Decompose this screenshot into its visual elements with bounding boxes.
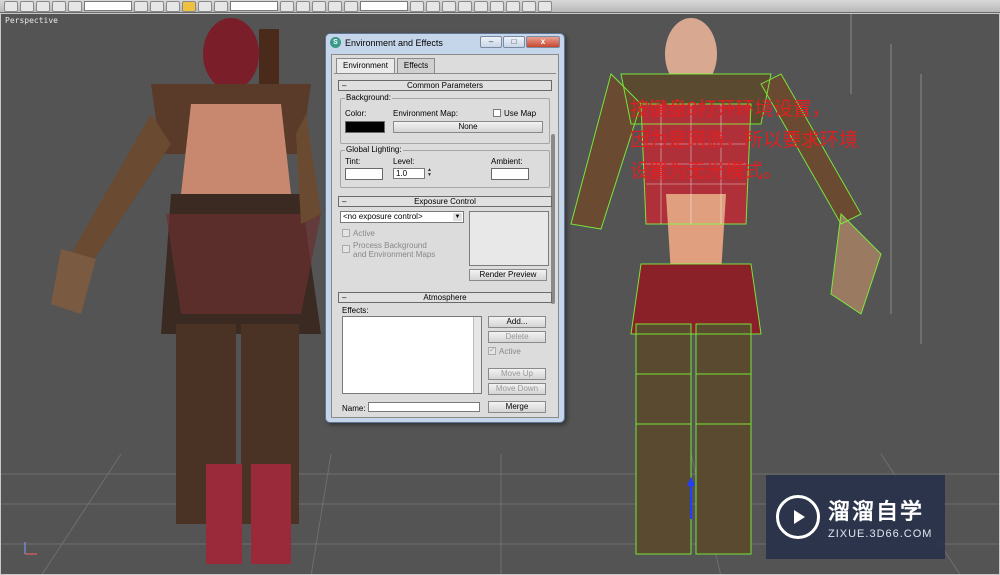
app-icon: S xyxy=(330,37,341,48)
panel-scrollbar[interactable] xyxy=(551,134,555,304)
exposure-active-label: Active xyxy=(353,229,375,238)
merge-button[interactable]: Merge xyxy=(488,401,546,413)
select-tool-icon[interactable] xyxy=(4,0,18,12)
process-background-checkbox[interactable] xyxy=(342,245,350,253)
layer-manager-icon[interactable] xyxy=(442,0,456,12)
environment-effects-dialog: S Environment and Effects – □ x Environm… xyxy=(325,33,565,423)
chevron-down-icon: ▼ xyxy=(453,213,462,221)
tab-environment[interactable]: Environment xyxy=(336,58,395,73)
percent-snap-icon[interactable] xyxy=(328,0,342,12)
material-editor-icon[interactable] xyxy=(490,0,504,12)
maximize-button[interactable]: □ xyxy=(503,36,525,48)
pivot-icon[interactable] xyxy=(280,0,294,12)
tab-bar: Environment Effects xyxy=(332,55,558,73)
atmosphere-rollout[interactable]: – Atmosphere xyxy=(338,292,552,303)
environment-panel: – Common Parameters Background: Color: E… xyxy=(334,73,556,415)
region-select-icon[interactable] xyxy=(166,0,180,12)
minimize-button[interactable]: – xyxy=(480,36,502,48)
ambient-label: Ambient: xyxy=(491,157,523,166)
select-by-name-icon[interactable] xyxy=(150,0,164,12)
schematic-view-icon[interactable] xyxy=(474,0,488,12)
rotate-tool-icon[interactable] xyxy=(198,0,212,12)
play-logo-icon xyxy=(776,495,820,539)
group-label: Global Lighting: xyxy=(345,145,403,154)
rollout-title: Atmosphere xyxy=(423,293,467,302)
collapse-icon: – xyxy=(342,81,347,90)
name-label: Name: xyxy=(342,404,366,413)
select-object-icon[interactable] xyxy=(134,0,148,12)
background-group: Background: Color: Environment Map: Use … xyxy=(340,93,550,144)
annotation-line: 因为是网游，所以要求环境 xyxy=(630,130,859,151)
dialog-title: Environment and Effects xyxy=(345,37,443,48)
annotation-line: 设置为无光模式。 xyxy=(630,161,783,182)
main-toolbar xyxy=(0,0,1000,13)
effects-listbox[interactable] xyxy=(342,316,482,394)
quick-render-icon[interactable] xyxy=(538,0,552,12)
watermark-title: 溜溜自学 xyxy=(828,499,925,524)
use-map-label: Use Map xyxy=(504,109,537,118)
global-lighting-group: Global Lighting: Tint: Level: 1.0 ▲ ▼ Amb… xyxy=(340,145,550,188)
watermark-subtitle: ZIXUE.3D66.COM xyxy=(828,528,933,540)
ambient-color-swatch[interactable] xyxy=(491,168,529,180)
effects-label: Effects: xyxy=(342,306,369,315)
watermark: 溜溜自学 ZIXUE.3D66.COM xyxy=(766,475,945,559)
collapse-icon: – xyxy=(342,197,347,206)
exposure-type-dropdown[interactable]: <no exposure control> ▼ xyxy=(340,211,464,223)
move-up-button[interactable]: Move Up xyxy=(488,368,546,380)
close-button[interactable]: x xyxy=(526,36,560,48)
effect-active-label: Active xyxy=(499,347,521,356)
dialog-client: Environment Effects – Common Parameters … xyxy=(331,54,559,418)
add-effect-button[interactable]: Add... xyxy=(488,316,546,328)
move-tool-icon[interactable] xyxy=(182,0,196,12)
use-map-checkbox[interactable] xyxy=(493,109,501,117)
link-tool-icon[interactable] xyxy=(20,0,34,12)
filter-tool-icon[interactable] xyxy=(68,0,82,12)
snap-icon[interactable] xyxy=(296,0,310,12)
effect-name-field[interactable] xyxy=(368,402,480,412)
unlink-tool-icon[interactable] xyxy=(36,0,50,12)
bind-tool-icon[interactable] xyxy=(52,0,66,12)
tab-effects[interactable]: Effects xyxy=(396,58,436,73)
spinner-snap-icon[interactable] xyxy=(344,0,358,12)
color-label: Color: xyxy=(345,109,367,118)
render-setup-icon[interactable] xyxy=(506,0,520,12)
viewport-label[interactable]: Perspective xyxy=(5,16,58,25)
exposure-selected-value: <no exposure control> xyxy=(343,212,423,221)
reference-coord-dropdown[interactable] xyxy=(230,1,278,11)
level-spinner-arrows-icon[interactable]: ▲ ▼ xyxy=(426,168,433,179)
mirror-icon[interactable] xyxy=(410,0,424,12)
env-map-button[interactable]: None xyxy=(393,121,543,133)
process-bg-label-line1: Process Background xyxy=(353,241,427,250)
tint-color-swatch[interactable] xyxy=(345,168,383,180)
scale-tool-icon[interactable] xyxy=(214,0,228,12)
annotation-line: 按键盘8打开环境设置， xyxy=(630,99,831,120)
rollout-title: Common Parameters xyxy=(406,81,484,90)
exposure-preview-box xyxy=(469,211,549,266)
exposure-active-checkbox[interactable] xyxy=(342,229,350,237)
align-icon[interactable] xyxy=(426,0,440,12)
level-label: Level: xyxy=(393,157,415,166)
move-down-button[interactable]: Move Down xyxy=(488,383,546,395)
annotation-text: 按键盘8打开环境设置， 因为是网游，所以要求环境 设置为无光模式。 xyxy=(630,94,890,187)
named-selection-field[interactable] xyxy=(360,1,408,11)
group-label: Background: xyxy=(345,93,392,102)
angle-snap-icon[interactable] xyxy=(312,0,326,12)
env-map-label: Environment Map: xyxy=(393,109,458,118)
rendered-frame-icon[interactable] xyxy=(522,0,536,12)
left-character-model[interactable] xyxy=(51,18,321,564)
effect-active-checkbox[interactable]: ✓ xyxy=(488,347,496,355)
level-spinner[interactable]: 1.0 xyxy=(393,168,425,179)
common-parameters-rollout[interactable]: – Common Parameters xyxy=(338,80,552,91)
rollout-title: Exposure Control xyxy=(414,197,476,206)
process-bg-label-line2: and Environment Maps xyxy=(353,250,436,259)
selection-filter-dropdown[interactable] xyxy=(84,1,132,11)
curve-editor-icon[interactable] xyxy=(458,0,472,12)
delete-effect-button[interactable]: Delete xyxy=(488,331,546,343)
tint-label: Tint: xyxy=(345,157,361,166)
background-color-swatch[interactable] xyxy=(345,121,385,133)
listbox-scrollbar[interactable] xyxy=(473,317,481,393)
render-preview-button[interactable]: Render Preview xyxy=(469,269,547,281)
exposure-control-rollout[interactable]: – Exposure Control xyxy=(338,196,552,207)
collapse-icon: – xyxy=(342,293,347,302)
